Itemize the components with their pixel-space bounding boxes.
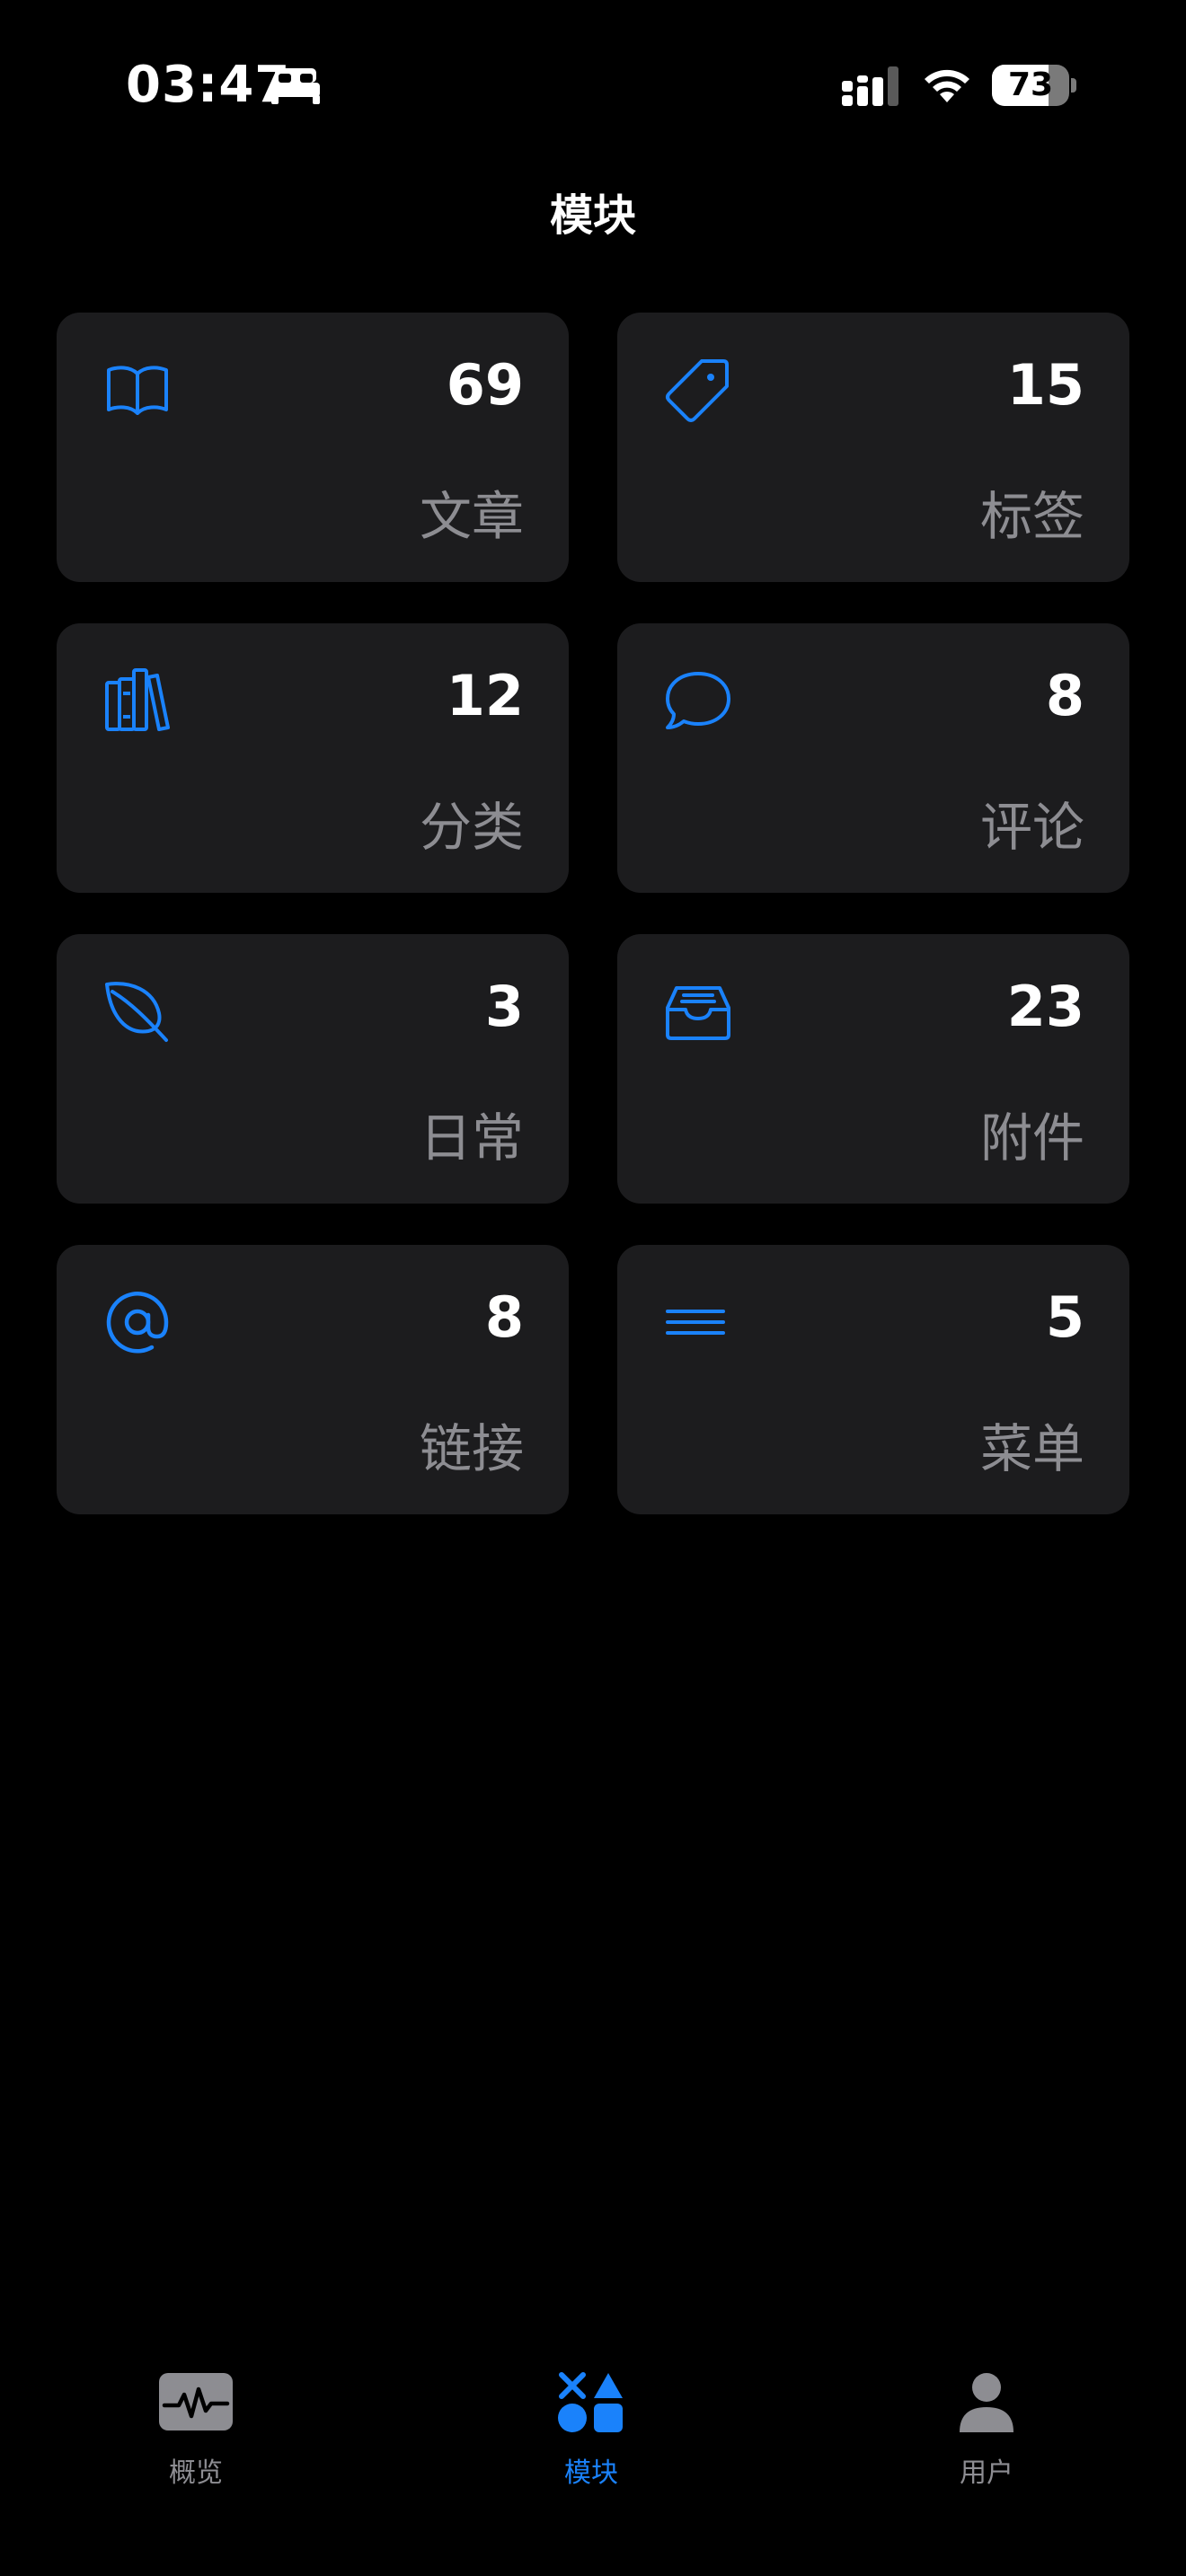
- module-card-tags[interactable]: 15 标签: [617, 313, 1129, 582]
- at-sign-icon: [103, 1288, 172, 1356]
- module-count: 69: [446, 352, 524, 418]
- tab-bar: 概览 模块 用户: [0, 2344, 1186, 2576]
- battery-cap: [1071, 78, 1076, 93]
- module-card-links[interactable]: 8 链接: [57, 1245, 569, 1514]
- tray-icon: [664, 977, 732, 1045]
- module-label: 文章: [419, 486, 524, 547]
- tab-label: 概览: [169, 2457, 223, 2489]
- status-time: 03:47: [126, 56, 291, 114]
- waveform-icon: [159, 2373, 233, 2430]
- status-bar: 03:47 73: [0, 0, 1186, 171]
- module-label: 评论: [979, 797, 1084, 858]
- module-grid: 69 文章 15 标签 12 分类 8 评论 3 日常 23 附件 8 链接 5…: [57, 313, 1129, 1514]
- module-count: 12: [446, 663, 524, 728]
- battery-level: 73: [1007, 66, 1054, 103]
- battery-icon: 73: [992, 65, 1076, 106]
- battery-body: 73: [992, 65, 1069, 106]
- leaf-icon: [103, 977, 172, 1045]
- speech-bubble-icon: [664, 666, 732, 735]
- module-card-categories[interactable]: 12 分类: [57, 623, 569, 893]
- tab-label: 模块: [564, 2457, 618, 2489]
- wifi-icon: [925, 69, 969, 102]
- module-count: 23: [1006, 974, 1084, 1039]
- tab-users[interactable]: 用户: [897, 2371, 1076, 2490]
- module-count: 3: [484, 974, 524, 1039]
- module-label: 链接: [419, 1418, 524, 1479]
- module-card-attachments[interactable]: 23 附件: [617, 934, 1129, 1204]
- module-card-articles[interactable]: 69 文章: [57, 313, 569, 582]
- tag-icon: [664, 356, 732, 424]
- books-icon: [103, 666, 172, 735]
- module-count: 8: [1045, 663, 1084, 728]
- book-icon: [103, 356, 172, 424]
- shapes-icon: [558, 2372, 623, 2432]
- module-count: 8: [484, 1284, 524, 1350]
- module-count: 15: [1006, 352, 1084, 418]
- module-label: 附件: [979, 1107, 1084, 1169]
- tab-modules[interactable]: 模块: [501, 2371, 681, 2490]
- module-label: 标签: [979, 486, 1084, 547]
- bed-icon: [271, 68, 320, 104]
- module-card-comments[interactable]: 8 评论: [617, 623, 1129, 893]
- module-label: 分类: [419, 797, 524, 858]
- module-card-menus[interactable]: 5 菜单: [617, 1245, 1129, 1514]
- module-count: 5: [1045, 1284, 1084, 1350]
- tab-label: 用户: [960, 2457, 1013, 2489]
- module-label: 日常: [419, 1107, 524, 1169]
- module-card-daily[interactable]: 3 日常: [57, 934, 569, 1204]
- page-title: 模块: [549, 190, 636, 241]
- module-label: 菜单: [979, 1418, 1084, 1479]
- cellular-signal-icon: [842, 66, 898, 106]
- menu-lines-icon: [664, 1288, 732, 1356]
- tab-overview[interactable]: 概览: [106, 2371, 286, 2490]
- person-icon: [960, 2373, 1013, 2432]
